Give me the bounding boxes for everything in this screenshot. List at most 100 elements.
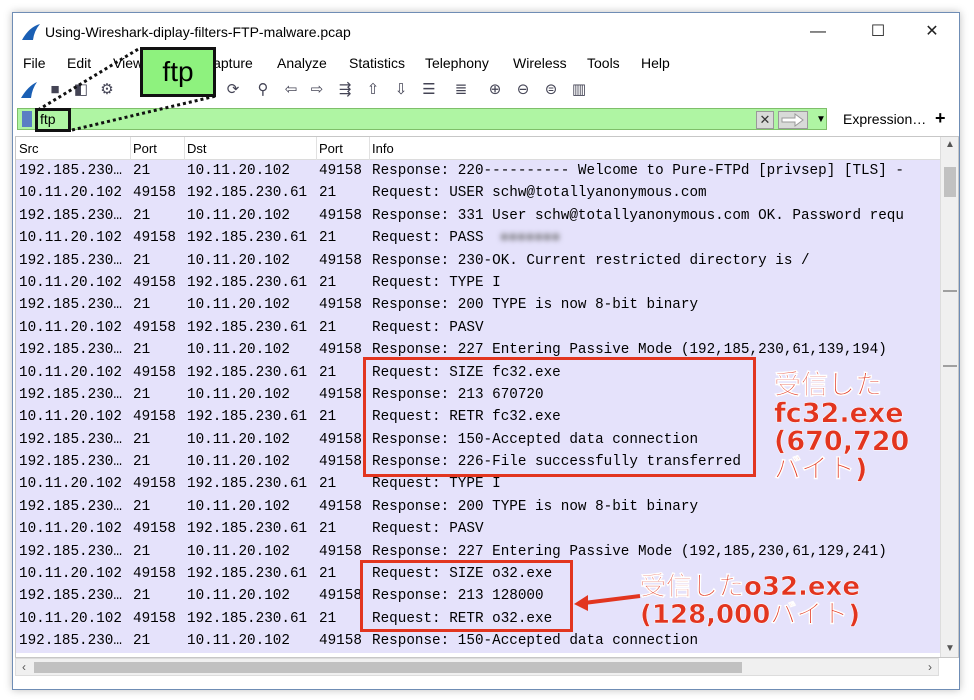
packet-list-header: Src Port Dst Port Info xyxy=(16,137,940,160)
column-src[interactable]: Src xyxy=(19,141,39,156)
filter-history-dropdown-icon[interactable]: ▼ xyxy=(814,111,828,129)
cell-info: Request: USER schw@totallyanonymous.com xyxy=(372,185,707,202)
column-src-port[interactable]: Port xyxy=(133,141,157,156)
capture-options-icon[interactable]: ⚙ xyxy=(97,80,117,100)
cell-dst: 192.185.230.61 xyxy=(187,566,308,583)
cell-src: 192.185.230… xyxy=(19,252,122,269)
horizontal-scrollbar[interactable]: ‹ › xyxy=(15,658,939,676)
cell-dst-port: 21 xyxy=(319,319,337,336)
vertical-scroll-thumb[interactable] xyxy=(944,167,956,197)
scroll-right-icon[interactable]: › xyxy=(922,659,938,675)
cell-src: 192.185.230… xyxy=(19,588,122,605)
zoom-in-icon[interactable]: ⊕ xyxy=(485,80,505,100)
cell-src-port: 49158 xyxy=(133,319,176,336)
cell-info: Request: PASS xyxy=(372,230,484,247)
cell-src: 10.11.20.102 xyxy=(19,230,122,247)
cell-src-port: 21 xyxy=(133,498,151,515)
menu-help[interactable]: Help xyxy=(641,55,670,71)
table-row[interactable]: 192.185.230… 21 10.11.20.102 49158 Response:… xyxy=(16,495,940,519)
table-row[interactable]: 192.185.230… 21 10.11.20.102 49158 Response:… xyxy=(16,160,940,183)
table-row[interactable]: 192.185.230… 21 10.11.20.102 49158 Response:… xyxy=(16,294,940,317)
cell-src: 10.11.20.102 xyxy=(19,319,122,336)
menu-telephony[interactable]: Telephony xyxy=(425,55,489,71)
scroll-mark xyxy=(943,290,957,292)
cell-info: Response: 230-OK. Current restricted dir… xyxy=(372,252,810,269)
table-row[interactable]: 10.11.20.102 49158 192.185.230.61 21 Request… xyxy=(16,316,940,340)
scroll-down-icon[interactable]: ▼ xyxy=(941,641,958,657)
filter-bookmark-icon[interactable] xyxy=(22,111,32,127)
clear-filter-icon[interactable]: ✕ xyxy=(756,111,774,129)
cell-src: 192.185.230… xyxy=(19,454,122,471)
maximize-button[interactable]: ☐ xyxy=(855,17,901,47)
table-row[interactable]: 192.185.230… 21 10.11.20.102 49158 Response:… xyxy=(16,204,940,228)
cell-dst-port: 49158 xyxy=(319,163,362,179)
cell-src-port: 21 xyxy=(133,431,151,448)
column-dst-port[interactable]: Port xyxy=(319,141,343,156)
cell-info: Response: 150-Accepted data connection xyxy=(372,633,699,650)
menu-statistics[interactable]: Statistics xyxy=(349,55,405,71)
scroll-up-icon[interactable]: ▲ xyxy=(941,137,958,153)
go-forward-icon[interactable]: ⇨ xyxy=(307,80,327,100)
find-packet-icon[interactable]: ⚲ xyxy=(253,80,273,100)
menu-tools[interactable]: Tools xyxy=(587,55,620,71)
expression-button[interactable]: Expression… xyxy=(843,111,926,127)
column-separator[interactable] xyxy=(130,137,131,160)
resize-columns-icon[interactable]: ▥ xyxy=(569,80,589,100)
first-packet-icon[interactable]: ⇧ xyxy=(363,80,383,100)
cell-dst: 10.11.20.102 xyxy=(187,252,290,269)
column-separator[interactable] xyxy=(369,137,370,160)
apply-filter-icon[interactable] xyxy=(778,111,808,129)
cell-src: 192.185.230… xyxy=(19,543,122,560)
menu-edit[interactable]: Edit xyxy=(67,55,91,71)
annotation-line: fc32.exe xyxy=(774,398,904,429)
horizontal-scroll-thumb[interactable] xyxy=(34,662,742,673)
cell-info: Request: PASV xyxy=(372,319,484,336)
cell-src-port: 49158 xyxy=(133,230,176,247)
zoom-out-icon[interactable]: ⊖ xyxy=(513,80,533,100)
stop-capture-icon[interactable]: ■ xyxy=(45,80,65,100)
scroll-left-icon[interactable]: ‹ xyxy=(16,659,32,675)
table-row[interactable]: 192.185.230… 21 10.11.20.102 49158 Response:… xyxy=(16,630,940,653)
cell-src-port: 21 xyxy=(133,633,151,650)
close-button[interactable]: ✕ xyxy=(909,17,955,47)
last-packet-icon[interactable]: ⇩ xyxy=(391,80,411,100)
go-to-packet-icon[interactable]: ⇶ xyxy=(335,80,355,100)
normal-size-icon[interactable]: ⊜ xyxy=(541,80,561,100)
column-separator[interactable] xyxy=(184,137,185,160)
display-filter-input[interactable]: ftp ✕ ▼ xyxy=(17,108,827,130)
restart-capture-icon[interactable]: ◧ xyxy=(71,80,91,100)
colorize-icon[interactable]: ≣ xyxy=(451,80,471,100)
go-back-icon[interactable]: ⇦ xyxy=(281,80,301,100)
table-row[interactable]: 10.11.20.102 49158 192.185.230.61 21 Request… xyxy=(16,182,940,205)
autoscroll-icon[interactable]: ☰ xyxy=(419,80,439,100)
column-dst[interactable]: Dst xyxy=(187,141,207,156)
menu-view[interactable]: View xyxy=(113,55,143,71)
cell-info: Response: 200 TYPE is now 8-bit binary xyxy=(372,498,699,515)
cell-dst-port: 49158 xyxy=(319,543,362,560)
cell-dst-port: 21 xyxy=(319,274,337,291)
fc32-highlight-box xyxy=(363,357,756,477)
menu-wireless[interactable]: Wireless xyxy=(513,55,567,71)
cell-src: 192.185.230… xyxy=(19,431,122,448)
menu-file[interactable]: File xyxy=(23,55,46,71)
cell-src: 192.185.230… xyxy=(19,386,122,403)
reload-file-icon[interactable]: ⟳ xyxy=(223,80,243,100)
table-row[interactable]: 10.11.20.102 49158 192.185.230.61 21 Request… xyxy=(16,271,940,295)
minimize-button[interactable]: — xyxy=(795,17,841,47)
cell-src: 10.11.20.102 xyxy=(19,476,122,493)
menu-analyze[interactable]: Analyze xyxy=(277,55,327,71)
column-info[interactable]: Info xyxy=(372,141,394,156)
cell-dst-port: 21 xyxy=(319,185,337,202)
column-separator[interactable] xyxy=(316,137,317,160)
annotation-line: (128,000バイト) xyxy=(640,600,861,630)
vertical-scrollbar[interactable]: ▲ ▼ xyxy=(940,137,958,657)
table-row[interactable]: 10.11.20.102 49158 192.185.230.61 21 Request… xyxy=(16,227,940,250)
add-filter-button[interactable]: + xyxy=(935,108,946,129)
cell-info: Request: TYPE I xyxy=(372,274,501,291)
annotation-line: 受信した xyxy=(774,370,883,401)
table-row[interactable]: 192.185.230… 21 10.11.20.102 49158 Response:… xyxy=(16,249,940,272)
table-row[interactable]: 10.11.20.102 49158 192.185.230.61 21 Request… xyxy=(16,518,940,541)
start-capture-icon[interactable] xyxy=(19,80,39,100)
cell-src: 192.185.230… xyxy=(19,633,122,650)
cell-src-port: 49158 xyxy=(133,185,176,202)
